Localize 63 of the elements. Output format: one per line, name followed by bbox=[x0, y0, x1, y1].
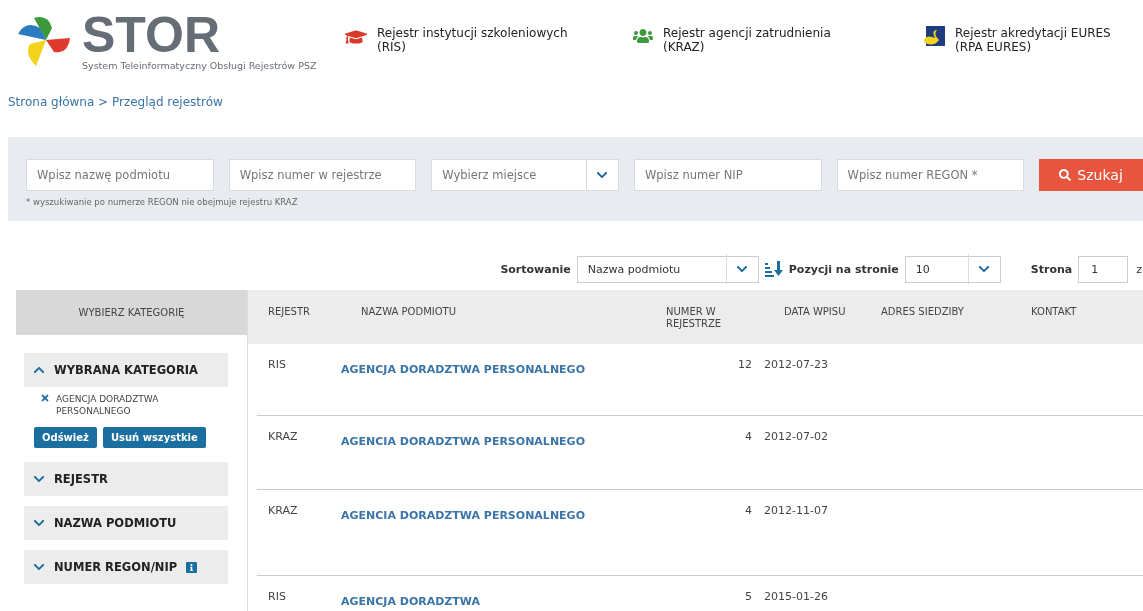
column-header: DATA WPISU bbox=[784, 306, 847, 319]
input-field[interactable]: Wpisz numer NIP bbox=[633, 159, 822, 191]
table-cell-text: 4 bbox=[744, 430, 753, 445]
search-note: * wyszukiwanie po numerze REGON nie obejmuje rejestru KRAZ bbox=[26, 197, 299, 207]
chevron-down-icon bbox=[978, 263, 991, 275]
table-cell-text: 2012-07-02 bbox=[764, 430, 829, 445]
logo-name: STOR bbox=[82, 12, 220, 58]
register-link[interactable]: Rejestr instytucji szkoleniowych (RIS) bbox=[377, 26, 568, 54]
column-header: NAZWA PODMIOTU bbox=[361, 306, 457, 319]
table-cell-text: 12 bbox=[737, 358, 753, 373]
page-label: Strona bbox=[1030, 262, 1073, 276]
hand-emblem-icon bbox=[923, 26, 945, 48]
search-button[interactable]: Szukaj bbox=[1039, 159, 1143, 191]
chevron-down-icon bbox=[736, 263, 749, 275]
page-of-label: z bbox=[1136, 262, 1142, 276]
category-header[interactable]: WYBRANA KATEGORIA bbox=[24, 353, 228, 387]
logo-subtitle: System Teleinformatyczny Obsługi Rejestrów PSZ bbox=[82, 60, 317, 71]
table-cell-text: KRAZ bbox=[267, 430, 299, 445]
table-cell-text: 5 bbox=[744, 590, 753, 605]
entity-link[interactable]: AGENCJA DORADZTWA PERSONALNEGO bbox=[341, 363, 585, 376]
sort-label: Sortowanie bbox=[500, 262, 571, 276]
table-cell-text: KRAZ bbox=[267, 504, 299, 519]
table-cell-text: RIS bbox=[267, 590, 287, 605]
table-cell-text: 2012-07-23 bbox=[764, 358, 829, 373]
column-header: REJESTR bbox=[268, 306, 311, 319]
register-link[interactable]: Rejestr agencji zatrudnienia (KRAZ) bbox=[663, 26, 831, 54]
sort-descending-icon[interactable] bbox=[764, 261, 783, 277]
selected-category: AGENCJA DORADZTWA PERSONALNEGO bbox=[56, 393, 160, 417]
column-header: KONTAKT bbox=[1031, 306, 1078, 319]
breadcrumb[interactable]: Strona główna > Przegląd rejestrów bbox=[0, 85, 1143, 137]
close-icon[interactable] bbox=[40, 393, 50, 403]
action-button[interactable]: Usuń wszystkie bbox=[102, 427, 206, 448]
column-header: NUMER W REJESTRZE bbox=[666, 306, 723, 331]
table-cell-text: RIS bbox=[267, 358, 287, 373]
table-cell-text: 2012-11-07 bbox=[764, 504, 829, 519]
people-icon bbox=[633, 26, 653, 46]
input-field[interactable]: Wpisz nazwę podmiotu bbox=[26, 159, 214, 191]
chevron-up-icon bbox=[33, 364, 45, 376]
select-field[interactable]: Wybierz miejsce bbox=[431, 159, 619, 191]
chevron-down-icon bbox=[33, 561, 45, 573]
info-icon[interactable] bbox=[186, 561, 198, 573]
column-header: ADRES SIEDZIBY bbox=[881, 306, 965, 319]
chevron-down-icon bbox=[596, 169, 609, 181]
per-page-select[interactable]: 10 bbox=[904, 255, 1001, 283]
category-header[interactable]: REJESTR bbox=[24, 462, 228, 496]
page-input[interactable]: 1 bbox=[1078, 255, 1129, 283]
entity-link[interactable]: AGENCIA DORADZTWA PERSONALNEGO bbox=[341, 509, 585, 522]
per-page-label: Pozycji na stronie bbox=[788, 262, 899, 276]
sidebar-title: WYBIERZ KATEGORIĘ bbox=[16, 290, 247, 335]
entity-link[interactable]: AGENCIA DORADZTWA PERSONALNEGO bbox=[341, 435, 585, 448]
sort-select[interactable]: Nazwa podmiotu bbox=[576, 255, 759, 283]
category-header[interactable]: NUMER REGON/NIP bbox=[24, 550, 228, 584]
chevron-down-icon bbox=[33, 473, 45, 485]
action-button[interactable]: Odśwież bbox=[34, 427, 97, 448]
search-icon bbox=[1059, 169, 1072, 181]
entity-link[interactable]: AGENCJA DORADZTWA bbox=[341, 595, 480, 608]
table-cell-text: 4 bbox=[744, 504, 753, 519]
register-link[interactable]: Rejestr akredytacji EURES (RPA EURES) bbox=[955, 26, 1111, 54]
chevron-down-icon bbox=[33, 517, 45, 529]
table-cell-text: 2015-01-26 bbox=[764, 590, 829, 605]
input-field[interactable]: Wpisz numer REGON * bbox=[836, 159, 1025, 191]
input-field[interactable]: Wpisz numer w rejestrze bbox=[228, 159, 417, 191]
category-header[interactable]: NAZWA PODMIOTU bbox=[24, 506, 228, 540]
